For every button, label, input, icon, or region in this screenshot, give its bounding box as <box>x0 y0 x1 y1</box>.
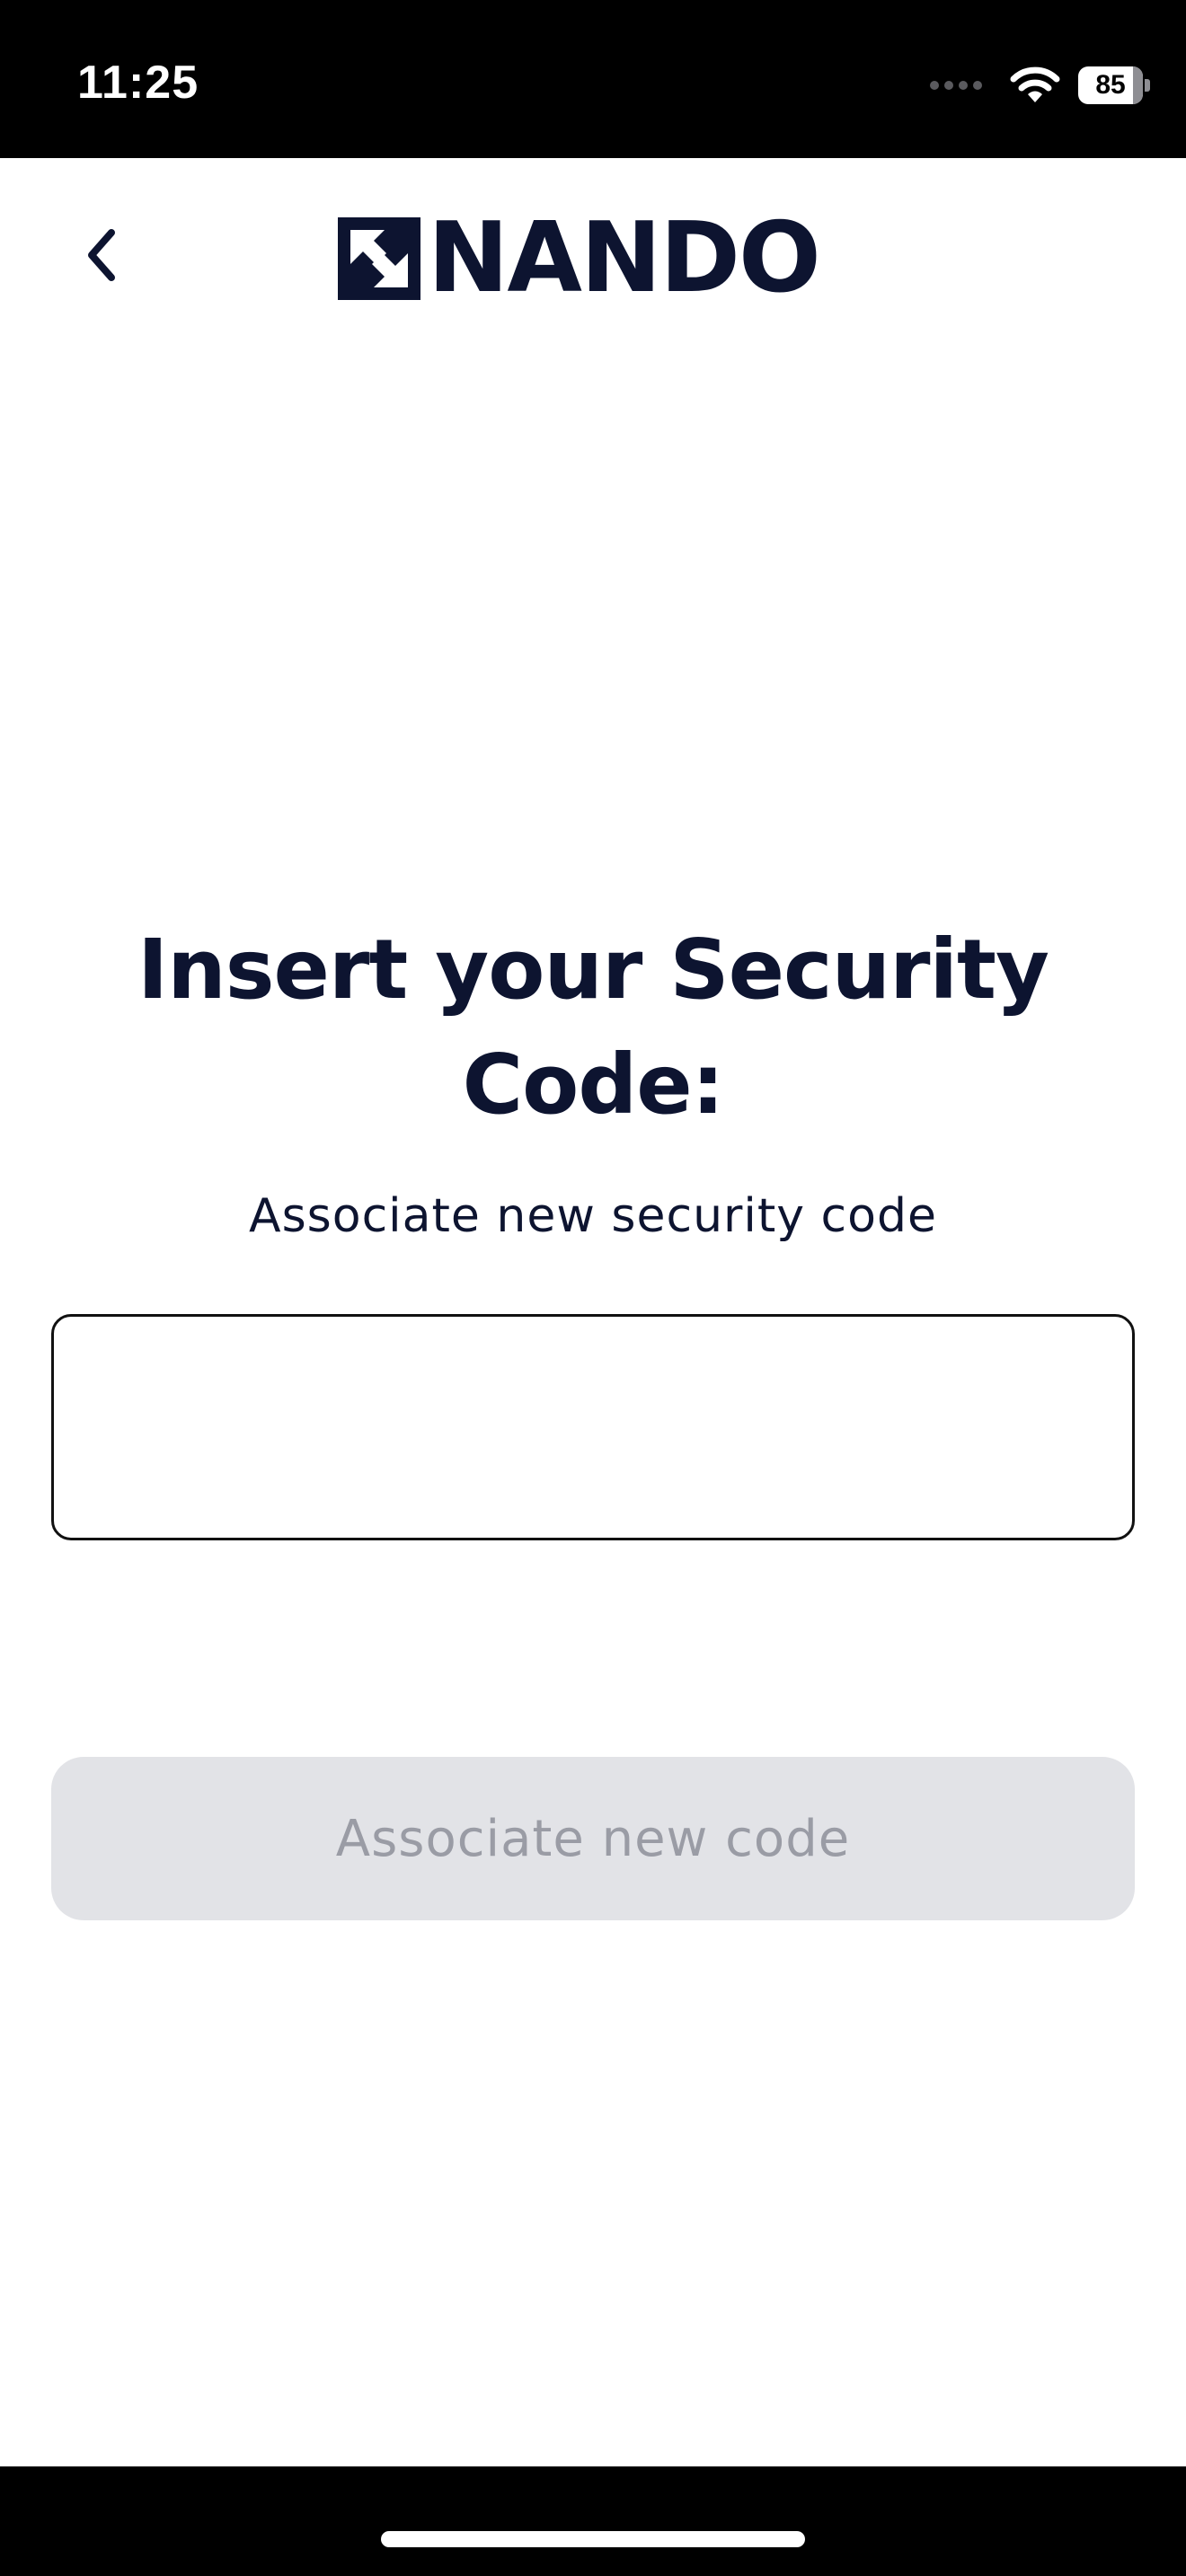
battery-icon: 85 <box>1078 66 1150 104</box>
back-button[interactable] <box>68 223 133 287</box>
battery-percent: 85 <box>1095 70 1126 100</box>
chevron-left-icon <box>88 229 115 281</box>
status-time: 11:25 <box>77 57 199 109</box>
home-indicator[interactable] <box>381 2531 805 2547</box>
status-bar: 11:25 85 <box>0 0 1186 158</box>
security-code-input[interactable] <box>51 1314 1135 1540</box>
cellular-signal-icon <box>930 81 982 90</box>
battery-empty-portion <box>1133 66 1143 104</box>
battery-body: 85 <box>1078 66 1143 104</box>
logo-mark-icon <box>338 217 420 300</box>
battery-tip <box>1145 79 1150 92</box>
status-icons: 85 <box>929 63 1150 108</box>
associate-new-code-button[interactable]: Associate new code <box>51 1757 1135 1920</box>
page-title: Insert your Security Code: <box>137 922 1049 1133</box>
wifi-icon <box>1010 66 1060 102</box>
logo-wordmark: NANDO <box>428 202 821 314</box>
home-indicator-area <box>0 2466 1186 2576</box>
app-content: NANDO Insert your Security Code: Associa… <box>0 158 1186 2466</box>
page-subtitle: Associate new security code <box>249 1189 937 1243</box>
brand-logo: NANDO <box>338 210 821 307</box>
screen: 11:25 85 NANDO Insert your Security Code… <box>0 0 1186 2576</box>
